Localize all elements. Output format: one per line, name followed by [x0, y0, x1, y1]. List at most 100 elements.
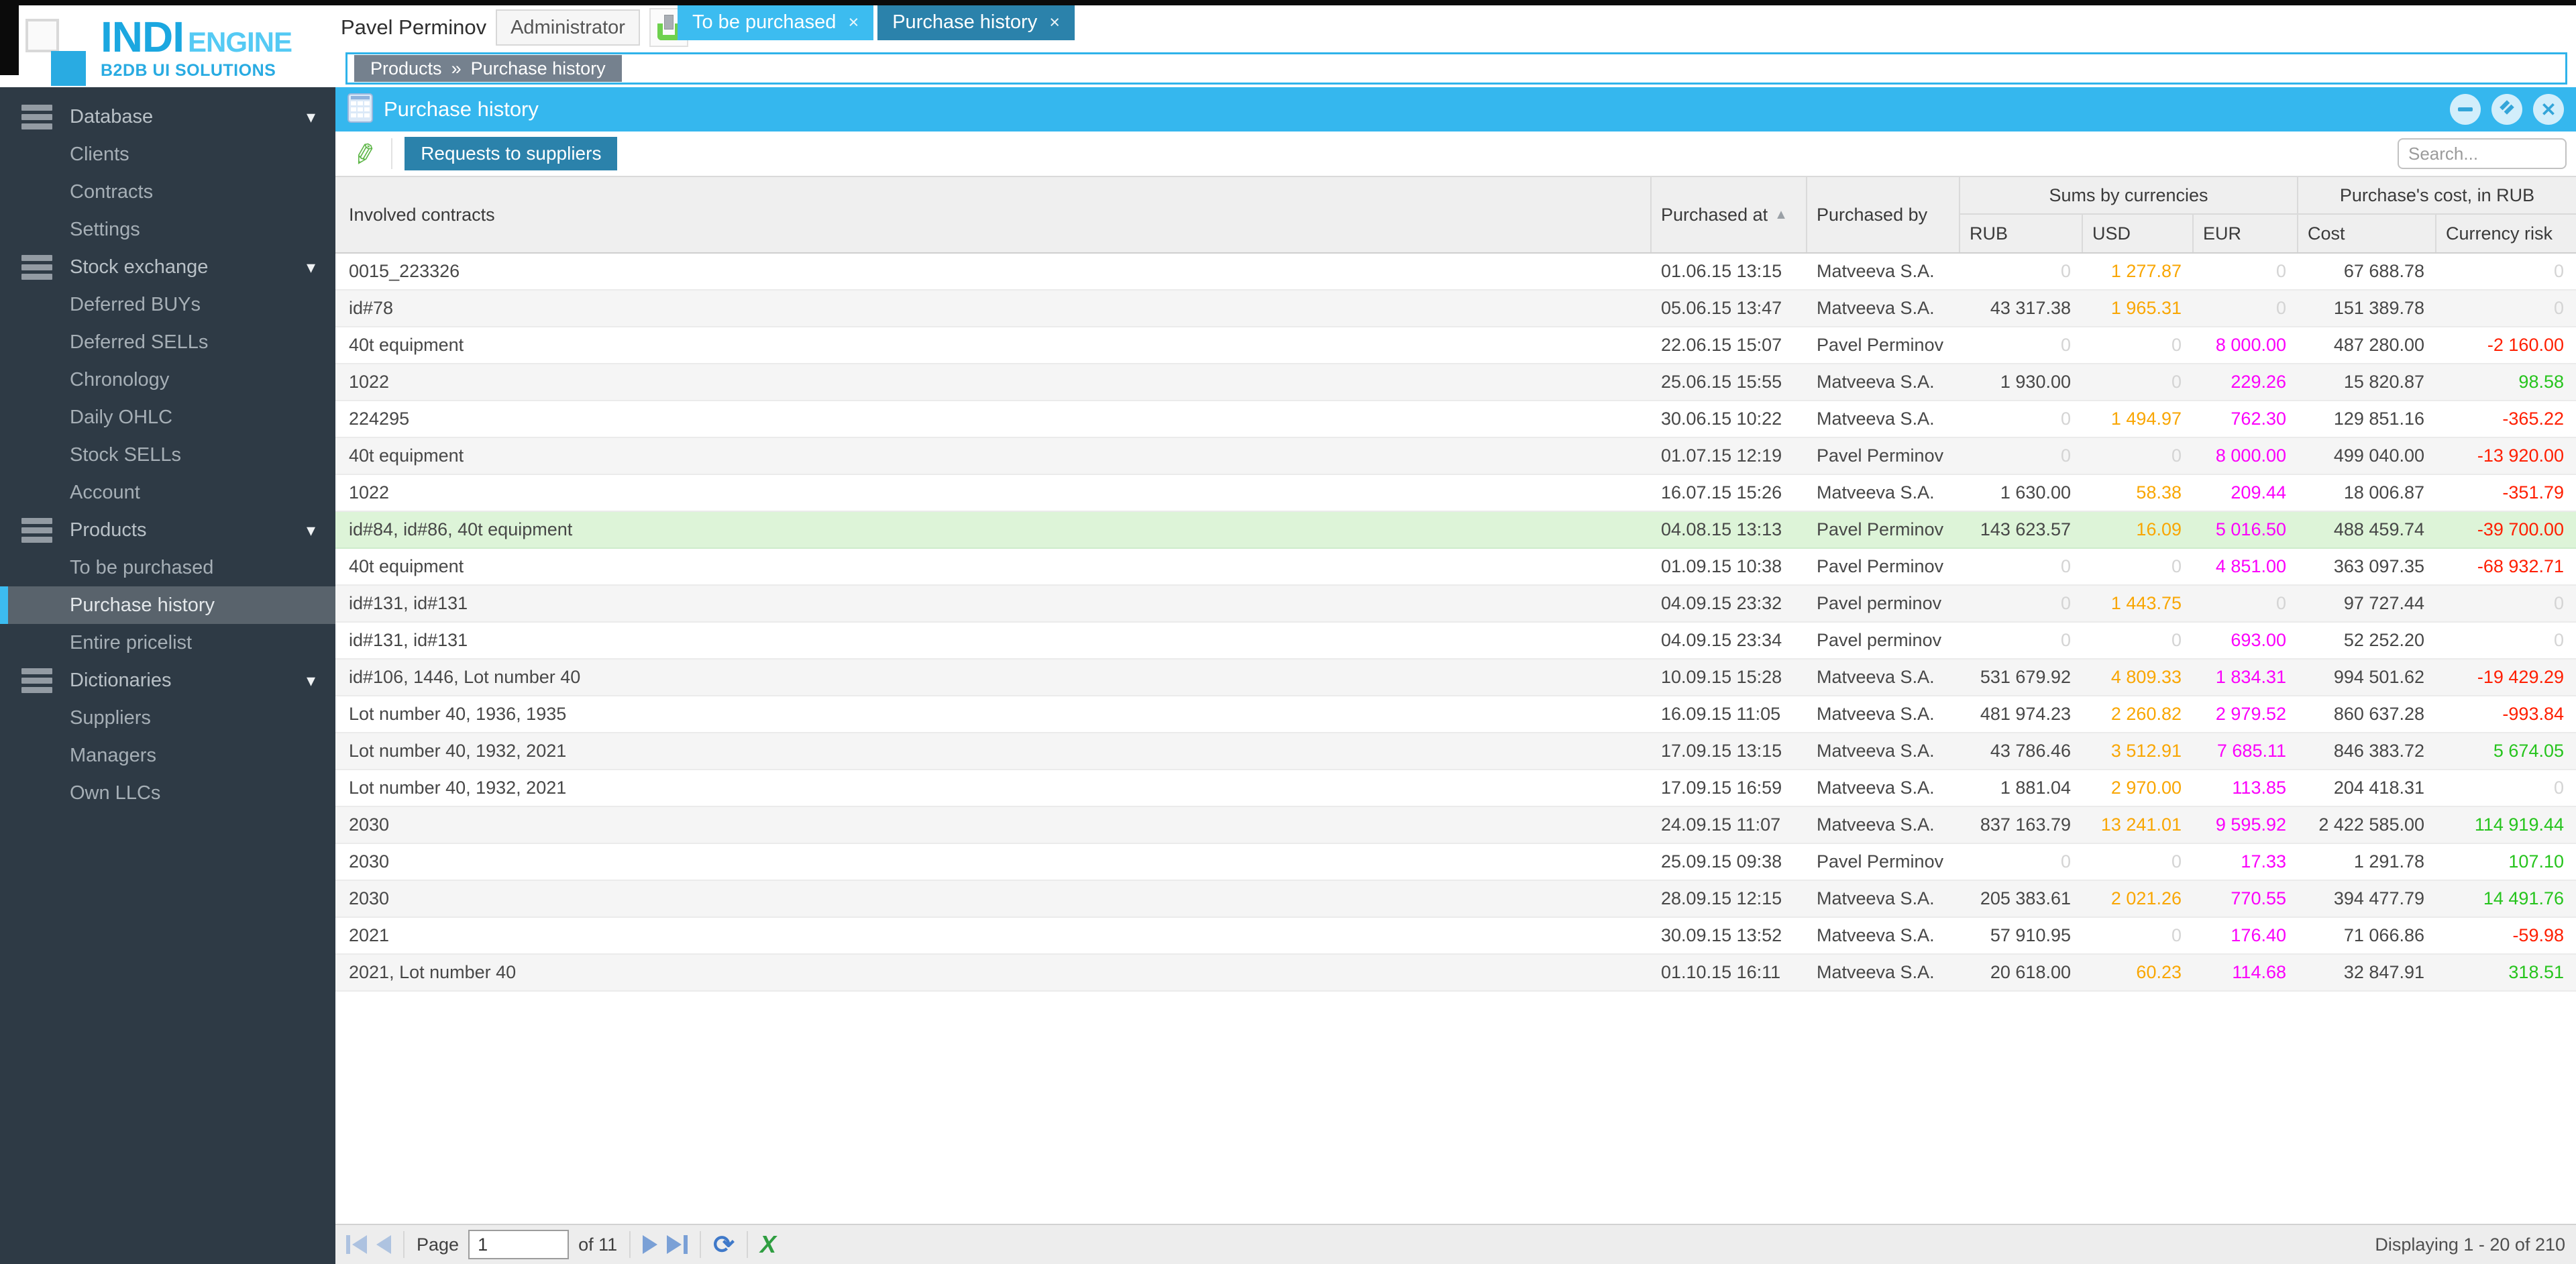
sidebar-item-database[interactable]: Database ▾ [0, 98, 335, 136]
cell-cost: 204 418.31 [2333, 778, 2424, 798]
sidebar-item-stock-exchange[interactable]: Stock exchange ▾ [0, 248, 335, 286]
close-icon[interactable]: × [1049, 12, 1060, 33]
cell-currency-risk: -351.79 [2502, 482, 2564, 503]
table-row[interactable]: id#131, id#131 04.09.15 23:34 Pavel permin… [335, 623, 2576, 660]
column-header-currency-risk[interactable]: Currency risk [2436, 215, 2576, 252]
cell-involved-contracts: id#106, 1446, Lot number 40 [349, 667, 581, 687]
sidebar-item-label: Contracts [70, 180, 154, 203]
table-row[interactable]: 2030 25.09.15 09:38 Pavel Perminov 0 0 17.33 1… [335, 844, 2576, 881]
table-row[interactable]: 40t equipment 01.09.15 10:38 Pavel Permino… [335, 549, 2576, 586]
edit-pencil-icon[interactable]: ✎ [344, 138, 382, 170]
refresh-button[interactable]: ⟳ [713, 1230, 735, 1260]
chevron-down-icon: ▾ [306, 256, 315, 277]
cell-purchased-by: Pavel Perminov [1817, 556, 1944, 576]
search-input[interactable] [2398, 138, 2567, 169]
export-excel-button[interactable]: X [760, 1230, 776, 1259]
cell-cost: 151 389.78 [2333, 298, 2424, 318]
table-row[interactable]: 2030 28.09.15 12:15 Matveeva S.A. 205 383.6… [335, 881, 2576, 918]
last-page-button[interactable] [667, 1235, 688, 1254]
close-icon[interactable]: × [848, 12, 859, 33]
table-row[interactable]: Lot number 40, 1936, 1935 16.09.15 11:05 M… [335, 696, 2576, 733]
first-page-button[interactable] [346, 1235, 367, 1254]
breadcrumb-page: Purchase history [470, 58, 606, 78]
cell-rub: 0 [2060, 556, 2071, 576]
minimize-button[interactable] [2450, 94, 2481, 125]
database-icon [21, 254, 52, 280]
breadcrumb-section: Products [370, 58, 442, 78]
table-row[interactable]: 40t equipment 01.07.15 12:19 Pavel Permino… [335, 438, 2576, 475]
sidebar-item-purchase-history[interactable]: Purchase history [0, 586, 335, 624]
column-header-involved-contracts[interactable]: Involved contracts [335, 177, 1652, 252]
sidebar-item-entire-pricelist[interactable]: Entire pricelist [0, 624, 335, 662]
tab-to-be-purchased[interactable]: To be purchased × [678, 4, 874, 40]
cell-rub: 531 679.92 [1980, 667, 2071, 687]
cell-usd: 2 970.00 [2110, 778, 2182, 798]
table-row[interactable]: id#84, id#86, 40t equipment 04.08.15 13:1… [335, 512, 2576, 549]
cell-purchased-by: Matveeva S.A. [1817, 925, 1935, 945]
sidebar-item-dictionaries[interactable]: Dictionaries ▾ [0, 662, 335, 699]
table-body: 0015_223326 01.06.15 13:15 Matveeva S.A. 0 1… [335, 254, 2576, 992]
sidebar-item-deferred-buys[interactable]: Deferred BUYs [0, 286, 335, 323]
user-area: Pavel Perminov Administrator [341, 8, 688, 47]
sidebar-item-own-llcs[interactable]: Own LLCs [0, 774, 335, 812]
table-row[interactable]: id#78 05.06.15 13:47 Matveeva S.A. 43 317.3… [335, 291, 2576, 327]
table-row[interactable]: 0015_223326 01.06.15 13:15 Matveeva S.A. 0 1… [335, 254, 2576, 291]
sidebar-item-chronology[interactable]: Chronology [0, 361, 335, 399]
next-page-button[interactable] [643, 1235, 658, 1254]
maximize-button[interactable] [2491, 94, 2522, 125]
column-header-rub[interactable]: RUB [1960, 215, 2083, 252]
table-row[interactable]: id#106, 1446, Lot number 40 10.09.15 15:2… [335, 660, 2576, 696]
table-row[interactable]: 224295 30.06.15 10:22 Matveeva S.A. 0 1 494.… [335, 401, 2576, 438]
column-header-purchased-by[interactable]: Purchased by [1807, 177, 1960, 252]
table-row[interactable]: 2030 24.09.15 11:07 Matveeva S.A. 837 163.7… [335, 807, 2576, 844]
sidebar-item-products[interactable]: Products ▾ [0, 511, 335, 549]
sidebar-item-to-be-purchased[interactable]: To be purchased [0, 549, 335, 586]
cell-purchased-at: 16.09.15 11:05 [1661, 704, 1781, 724]
role-button[interactable]: Administrator [496, 9, 640, 46]
sidebar-item-managers[interactable]: Managers [0, 737, 335, 774]
breadcrumb[interactable]: Products » Purchase history [354, 55, 622, 82]
cell-cost: 15 820.87 [2343, 372, 2424, 392]
cell-usd: 2 021.26 [2110, 888, 2182, 908]
column-header-purchased-at[interactable]: Purchased at ▲ [1652, 177, 1807, 252]
sidebar-item-deferred-sells[interactable]: Deferred SELLs [0, 323, 335, 361]
close-button[interactable]: ✕ [2533, 94, 2564, 125]
sidebar-item-label: Settings [70, 218, 140, 240]
cell-purchased-at: 04.08.15 13:13 [1661, 519, 1782, 539]
logo-name: INDI [101, 13, 184, 61]
cell-rub: 57 910.95 [1990, 925, 2071, 945]
database-icon [21, 104, 52, 129]
requests-to-suppliers-button[interactable]: Requests to suppliers [405, 137, 618, 170]
table-row[interactable]: 40t equipment 22.06.15 15:07 Pavel Permino… [335, 327, 2576, 364]
sidebar-item-contracts[interactable]: Contracts [0, 173, 335, 211]
prev-page-button[interactable] [376, 1235, 391, 1254]
table-row[interactable]: Lot number 40, 1932, 2021 17.09.15 16:59 M… [335, 770, 2576, 807]
cell-cost: 394 477.79 [2333, 888, 2424, 908]
cell-usd: 58.38 [2136, 482, 2182, 503]
table-row[interactable]: Lot number 40, 1932, 2021 17.09.15 13:15 M… [335, 733, 2576, 770]
table-row[interactable]: 2021 30.09.15 13:52 Matveeva S.A. 57 910.95… [335, 918, 2576, 955]
sidebar-group-label: Database [70, 105, 154, 127]
sidebar-nav: Database ▾ Clients Contracts Settings Stock e… [0, 87, 335, 1264]
table-row[interactable]: 1022 16.07.15 15:26 Matveeva S.A. 1 630.00 5… [335, 475, 2576, 512]
column-header-eur[interactable]: EUR [2194, 215, 2298, 252]
sidebar-item-daily-ohlc[interactable]: Daily OHLC [0, 399, 335, 436]
tab-purchase-history[interactable]: Purchase history × [877, 4, 1075, 40]
sidebar-item-stock-sells[interactable]: Stock SELLs [0, 436, 335, 474]
sidebar-item-clients[interactable]: Clients [0, 136, 335, 173]
sidebar-item-account[interactable]: Account [0, 474, 335, 511]
cell-purchased-by: Matveeva S.A. [1817, 962, 1935, 982]
page-number-input[interactable] [468, 1230, 570, 1259]
table-row[interactable]: 1022 25.06.15 15:55 Matveeva S.A. 1 930.00 0… [335, 364, 2576, 401]
cell-usd: 0 [2171, 851, 2182, 872]
cell-cost: 2 422 585.00 [2318, 814, 2424, 835]
column-header-usd[interactable]: USD [2083, 215, 2194, 252]
sidebar-item-settings[interactable]: Settings [0, 211, 335, 248]
cell-currency-risk: 0 [2553, 261, 2564, 281]
cell-purchased-at: 24.09.15 11:07 [1661, 814, 1781, 835]
sidebar-item-suppliers[interactable]: Suppliers [0, 699, 335, 737]
table-row[interactable]: id#131, id#131 04.09.15 23:32 Pavel permin… [335, 586, 2576, 623]
table-row[interactable]: 2021, Lot number 40 01.10.15 16:11 Matveev… [335, 955, 2576, 992]
column-header-cost[interactable]: Cost [2298, 215, 2436, 252]
cell-purchased-by: Matveeva S.A. [1817, 814, 1935, 835]
